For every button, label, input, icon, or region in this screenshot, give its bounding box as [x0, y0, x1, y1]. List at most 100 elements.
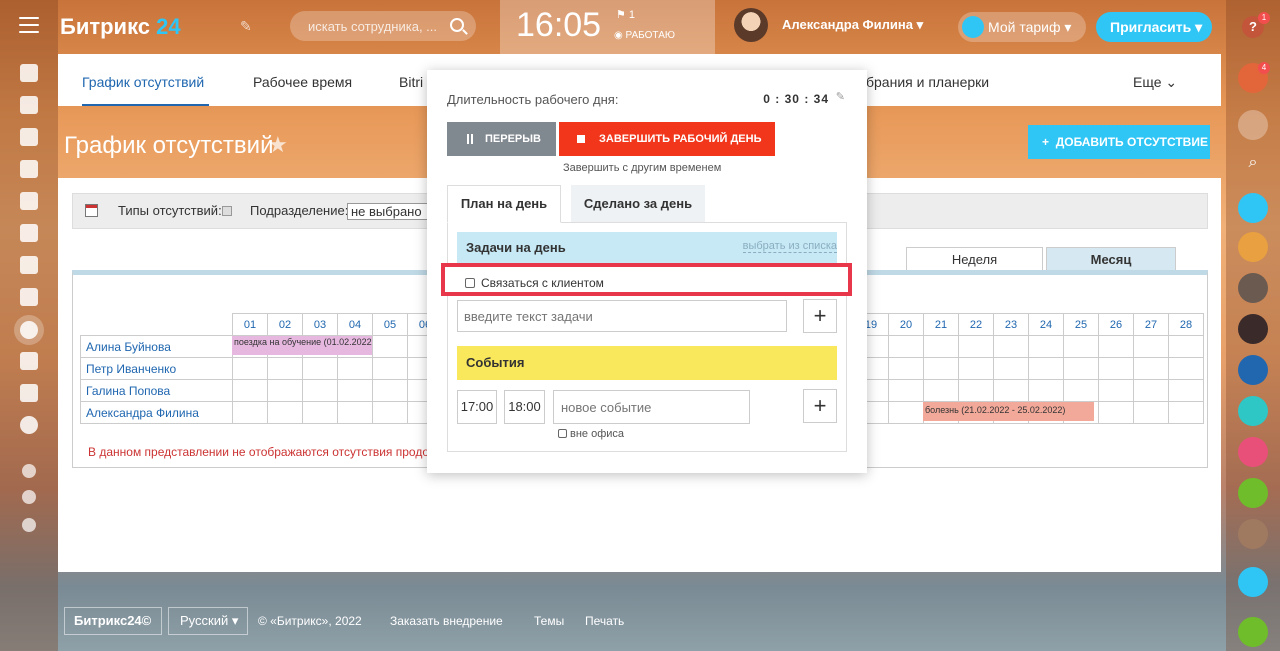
tab-plan[interactable]: План на день — [447, 185, 561, 223]
event-time-from[interactable]: 17:00 — [457, 390, 497, 424]
table-row: Галина Попова — [80, 379, 443, 402]
feed-icon[interactable] — [20, 64, 38, 82]
structure-icon[interactable] — [22, 464, 36, 478]
group-icon-1[interactable] — [1238, 396, 1268, 426]
task-checkbox[interactable] — [465, 278, 475, 288]
menu-hamburger-icon[interactable] — [19, 17, 39, 33]
day-cell: 26 — [1098, 313, 1134, 336]
drive-icon[interactable] — [20, 224, 38, 242]
absence-types-label: Типы отсутствий: — [118, 203, 222, 218]
absence-event-training[interactable]: поездка на обучение (01.02.2022 — [232, 336, 372, 355]
tab-bitrix[interactable]: Bitri — [399, 74, 423, 90]
flag-counter: ⚑ 1 — [616, 9, 636, 21]
duration-label: Длительность рабочего дня: — [447, 92, 619, 107]
pause-button[interactable]: ПЕРЕРЫВ — [447, 122, 556, 156]
calendar-icon[interactable] — [20, 128, 38, 146]
active-tab-indicator — [82, 104, 209, 106]
absence-event-sick[interactable]: болезнь (21.02.2022 - 25.02.2022) — [923, 402, 1094, 421]
right-sidebar: ? 1 4 ⌕ — [1226, 0, 1280, 651]
tab-meetings[interactable]: брания и планерки — [866, 74, 989, 90]
sites-icon[interactable] — [20, 288, 38, 306]
day-cell: 03 — [302, 313, 338, 336]
group-icon-2[interactable] — [1238, 437, 1268, 467]
add-event-button[interactable]: + — [803, 389, 837, 423]
tab-more[interactable]: Еще ⌄ — [1133, 74, 1177, 91]
box-icon[interactable] — [20, 384, 38, 402]
tab-absence-chart[interactable]: График отсутствий — [82, 74, 204, 90]
phone-icon[interactable] — [1238, 193, 1268, 223]
settings-icon[interactable] — [22, 490, 36, 504]
duration-value: 0 : 30 : 34 — [763, 92, 829, 106]
search-icon[interactable] — [450, 18, 464, 32]
department-select[interactable]: не выбрано — [347, 203, 429, 220]
department-label: Подразделение: — [250, 203, 349, 218]
edit-icon[interactable]: ✎ — [836, 90, 845, 103]
call-icon[interactable] — [1238, 617, 1268, 647]
add-absence-button[interactable]: + ДОБАВИТЬ ОТСУТСТВИЕ — [1028, 125, 1210, 159]
header-corner — [80, 313, 233, 336]
day-cell: 02 — [267, 313, 303, 336]
offsite-option[interactable]: вне офиса — [558, 428, 624, 440]
table-row: Александра Филина — [80, 401, 443, 424]
task-item[interactable]: Связаться с клиентом — [465, 276, 604, 290]
view-tab-week[interactable]: Неделя — [906, 247, 1043, 271]
contact-avatar-2[interactable] — [1238, 273, 1268, 303]
day-cell: 25 — [1063, 313, 1099, 336]
contacts-icon[interactable] — [20, 352, 38, 370]
more-icon[interactable] — [20, 416, 38, 434]
user-avatar[interactable] — [734, 8, 768, 42]
themes-link[interactable]: Темы — [534, 614, 564, 628]
language-select[interactable]: Русский ▾ — [168, 607, 248, 635]
day-cell: 04 — [337, 313, 373, 336]
help-badge: 1 — [1258, 12, 1270, 24]
view-tab-month[interactable]: Месяц — [1046, 247, 1176, 271]
employee-name[interactable]: Галина Попова — [80, 379, 233, 402]
group-icon-4[interactable] — [1238, 519, 1268, 549]
employee-name[interactable]: Петр Иванченко — [80, 357, 233, 380]
invite-button[interactable]: Пригласить ▾ — [1096, 12, 1212, 42]
order-link[interactable]: Заказать внедрение — [390, 614, 503, 628]
event-input[interactable] — [553, 390, 750, 424]
group-chat-icon[interactable] — [1238, 355, 1268, 385]
workday-popup: Длительность рабочего дня: 0 : 30 : 34 ✎… — [427, 70, 867, 473]
footer-logo[interactable]: Битрикс24© — [64, 607, 162, 635]
offsite-checkbox[interactable] — [558, 429, 567, 438]
day-cell: 01 — [232, 313, 268, 336]
event-time-to[interactable]: 18:00 — [504, 390, 545, 424]
pencil-icon[interactable]: ✎ — [240, 18, 252, 35]
task-input[interactable] — [457, 300, 787, 332]
open-lines-icon[interactable] — [1238, 110, 1268, 140]
plus-icon[interactable] — [22, 518, 36, 532]
tasks-icon[interactable] — [20, 96, 38, 114]
tariff-button[interactable]: Мой тариф ▾ — [958, 12, 1086, 42]
clock[interactable]: 16:05 — [516, 6, 601, 45]
tab-work-time[interactable]: Рабочее время — [253, 74, 352, 90]
employee-name[interactable]: Александра Филина — [80, 401, 233, 424]
app-logo[interactable]: Битрикс 24 — [60, 14, 181, 40]
finish-other-time-link[interactable]: Завершить с другим временем — [563, 162, 721, 174]
star-icon[interactable]: ★ — [268, 132, 288, 158]
search-icon[interactable]: ⌕ — [1238, 148, 1268, 178]
employees-icon[interactable] — [20, 256, 38, 274]
user-name[interactable]: Александра Филина ▾ — [782, 17, 923, 33]
contact-avatar-3[interactable] — [1238, 314, 1268, 344]
contact-avatar-1[interactable] — [1238, 232, 1268, 262]
print-link[interactable]: Печать — [585, 614, 624, 628]
calendar-icon[interactable] — [85, 204, 98, 217]
left-sidebar — [0, 0, 58, 651]
time-icon[interactable] — [20, 321, 38, 339]
add-task-button[interactable]: + — [803, 299, 837, 333]
absence-types-checkbox[interactable] — [222, 206, 232, 216]
chat-icon[interactable] — [20, 160, 38, 178]
day-cell: 21 — [923, 313, 959, 336]
employee-name[interactable]: Алина Буйнова — [80, 335, 233, 358]
search-box[interactable] — [290, 11, 476, 41]
group-icon-3[interactable] — [1238, 478, 1268, 508]
mobile-icon[interactable] — [1238, 567, 1268, 597]
pick-from-list-link[interactable]: выбрать из списка — [742, 240, 837, 253]
finish-day-button[interactable]: ЗАВЕРШИТЬ РАБОЧИЙ ДЕНЬ — [559, 122, 775, 156]
documents-icon[interactable] — [20, 192, 38, 210]
day-cell: 27 — [1133, 313, 1169, 336]
search-input[interactable] — [290, 11, 440, 41]
tab-done[interactable]: Сделано за день — [571, 185, 705, 223]
